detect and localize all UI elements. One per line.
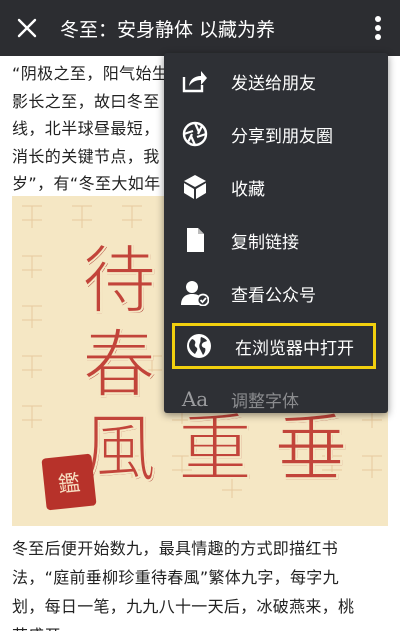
menu-item-label: 分享到朋友圈 [231,126,333,147]
more-vertical-icon [375,16,381,40]
share-options-menu: 发送给朋友 分享到朋友圈 收藏 复制链接 查看公众号 在浏览器中打开 Aa 调整… [164,53,388,413]
menu-item-label: 复制链接 [231,232,299,253]
paragraph-line: 划，每日一笔，九九八十一天后，冰破燕来，桃 [12,597,355,616]
menu-item-label: 调整字体 [231,391,299,412]
official-account-icon [181,279,209,307]
more-options-button[interactable] [356,0,400,56]
copy-document-icon [181,226,209,254]
menu-item-copy-link[interactable]: 复制链接 [164,212,388,268]
article-paragraph-shujiu: 冬至后便开始数九，最具情趣的方式即描红书 法，“庭前垂柳珍重待春風”繁体九字，每… [12,534,392,631]
poster-char: 垂 [273,406,349,492]
moments-aperture-icon [181,120,209,148]
menu-item-label: 发送给朋友 [231,73,316,94]
menu-item-send-to-friend[interactable]: 发送给朋友 [164,53,388,109]
menu-item-label: 查看公众号 [231,285,316,306]
title-bar: 冬至：安身静体 以藏为养 [0,0,400,56]
menu-item-open-in-browser[interactable]: 在浏览器中打开 [172,323,376,369]
paragraph-line: 法，“庭前垂柳珍重待春風”繁体九字，每字九 [12,568,339,587]
menu-item-label: 在浏览器中打开 [235,338,354,359]
menu-item-share-moments[interactable]: 分享到朋友圈 [164,106,388,162]
favorite-cube-icon [181,173,209,201]
close-icon [17,18,37,38]
share-forward-icon [181,67,209,95]
menu-item-label: 收藏 [231,179,265,200]
paragraph-line: 冬至后便开始数九，最具情趣的方式即描红书 [12,539,339,558]
page-title: 冬至：安身静体 以藏为养 [60,18,276,41]
poster-char: 春 [81,322,157,408]
menu-item-favorite[interactable]: 收藏 [164,159,388,215]
globe-icon [185,332,213,360]
font-size-icon: Aa [181,387,209,411]
menu-item-view-official-account[interactable]: 查看公众号 [164,265,388,321]
poster-char: 重 [177,406,253,492]
close-button[interactable] [0,0,54,56]
menu-item-adjust-font[interactable]: Aa 调整字体 [164,371,388,413]
poster-seal-stamp: 鑑 [41,453,97,511]
poster-char: 待 [81,238,157,324]
paragraph-line: 花盛开。 [12,621,392,631]
